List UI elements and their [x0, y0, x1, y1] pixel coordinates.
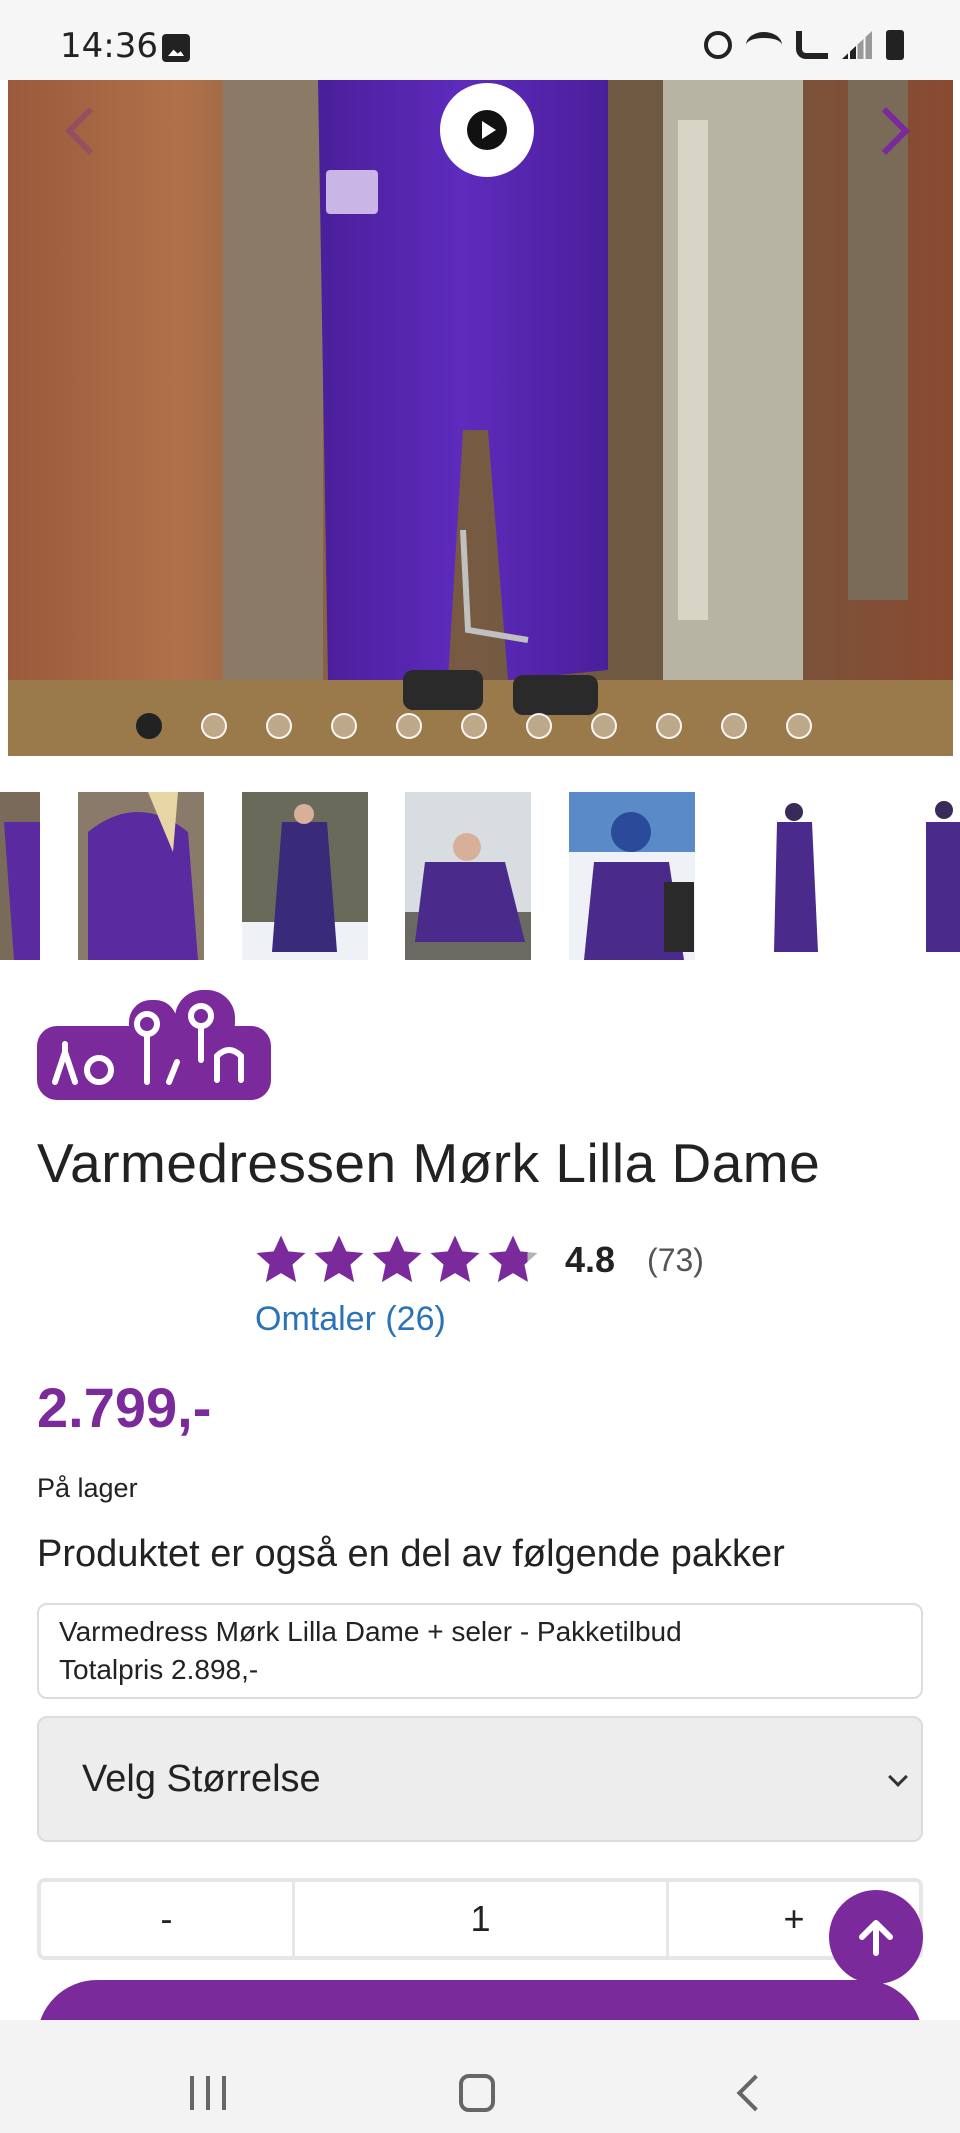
- thumbnail[interactable]: [242, 792, 368, 960]
- quantity-decrease-button[interactable]: -: [41, 1882, 295, 1956]
- carousel-dot[interactable]: [786, 713, 812, 739]
- signal-icon: [842, 31, 872, 59]
- rating-summary: 4.8 (73): [253, 1232, 704, 1288]
- product-price: 2.799,-: [37, 1376, 212, 1439]
- status-bar: 14:36: [0, 0, 960, 80]
- carousel-dot[interactable]: [396, 713, 422, 739]
- product-hero-photo: [8, 80, 953, 756]
- wifi-call-icon: [796, 31, 828, 59]
- size-select-label: Velg Størrelse: [82, 1758, 321, 1800]
- home-icon[interactable]: [459, 2074, 495, 2112]
- arrow-up-icon: [859, 1920, 893, 1956]
- star-icon: [488, 1235, 538, 1283]
- rating-count: (73): [647, 1241, 704, 1278]
- star-icon: [430, 1235, 480, 1283]
- alarm-icon: [704, 31, 732, 59]
- thumbnail[interactable]: [896, 792, 960, 960]
- carousel-dot[interactable]: [201, 713, 227, 739]
- battery-icon: [886, 30, 904, 60]
- back-icon[interactable]: [736, 2074, 774, 2112]
- product-image-carousel[interactable]: [8, 80, 953, 756]
- carousel-dot[interactable]: [591, 713, 617, 739]
- system-navigation-bar: [0, 2020, 960, 2133]
- carousel-next-button[interactable]: [869, 102, 913, 162]
- quantity-stepper: - +: [37, 1878, 923, 1960]
- package-total: Totalpris 2.898,-: [59, 1654, 259, 1685]
- thumbnail[interactable]: [405, 792, 531, 960]
- rating-value: 4.8: [565, 1239, 616, 1280]
- package-heading: Produktet er også en del av følgende pak…: [37, 1533, 785, 1575]
- carousel-dot[interactable]: [526, 713, 552, 739]
- carousel-dot[interactable]: [461, 713, 487, 739]
- carousel-dots: [136, 713, 812, 739]
- status-time: 14:36: [60, 26, 158, 66]
- thumbnail[interactable]: [0, 792, 40, 960]
- quantity-field[interactable]: [295, 1882, 669, 1956]
- stock-status: På lager: [37, 1473, 138, 1503]
- chevron-down-icon: [888, 1767, 908, 1787]
- brand-logo[interactable]: [37, 990, 271, 1100]
- star-icon: [372, 1235, 422, 1283]
- carousel-dot[interactable]: [331, 713, 357, 739]
- thumbnail[interactable]: [732, 792, 858, 960]
- carousel-prev-button[interactable]: [58, 102, 102, 162]
- size-select[interactable]: Velg Størrelse: [37, 1716, 923, 1842]
- star-icon: [256, 1235, 306, 1283]
- thumbnail[interactable]: [78, 792, 204, 960]
- quantity-input[interactable]: [295, 1898, 666, 1940]
- product-title: Varmedressen Mørk Lilla Dame: [37, 1132, 821, 1194]
- reviews-link[interactable]: Omtaler (26): [255, 1300, 446, 1339]
- wifi-icon: [746, 32, 782, 58]
- thumbnail[interactable]: [569, 792, 695, 960]
- image-icon: [162, 34, 190, 62]
- scroll-to-top-button[interactable]: [829, 1890, 923, 1984]
- recent-apps-icon[interactable]: [190, 2076, 226, 2110]
- play-video-button[interactable]: [440, 83, 534, 177]
- package-name: Varmedress Mørk Lilla Dame + seler - Pak…: [59, 1616, 682, 1647]
- product-page: 14:36 Varmedressen Mørk Lilla Dame 4.8 (…: [0, 0, 960, 2133]
- star-icon: [314, 1235, 364, 1283]
- play-icon: [467, 110, 507, 150]
- carousel-dot[interactable]: [721, 713, 747, 739]
- star-rating: [253, 1232, 541, 1288]
- thumbnail-strip[interactable]: [0, 792, 960, 960]
- carousel-dot[interactable]: [656, 713, 682, 739]
- package-option[interactable]: Varmedress Mørk Lilla Dame + seler - Pak…: [37, 1603, 923, 1699]
- carousel-dot[interactable]: [266, 713, 292, 739]
- carousel-dot[interactable]: [136, 713, 162, 739]
- status-icons: [704, 30, 904, 60]
